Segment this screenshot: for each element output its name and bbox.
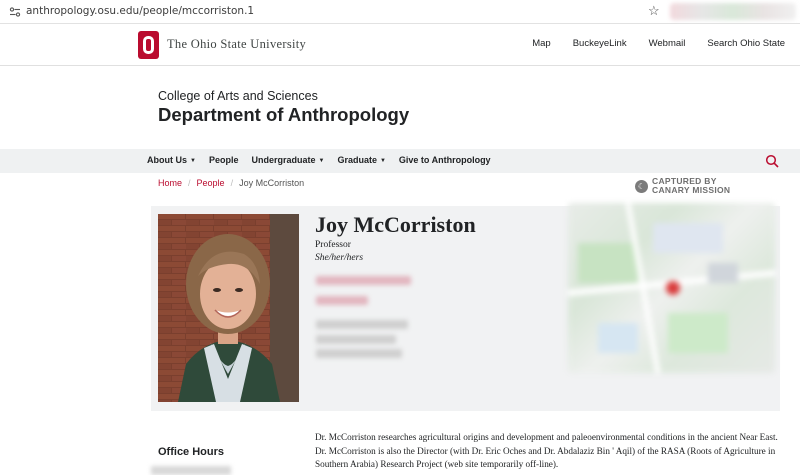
nav-undergraduate[interactable]: Undergraduate ▼ [251, 155, 324, 165]
nav-people[interactable]: People [209, 155, 239, 165]
redacted-office-hours [151, 466, 231, 475]
profile-name: Joy McCorriston [315, 212, 476, 237]
redacted-phone[interactable] [316, 296, 368, 305]
breadcrumb-people[interactable]: People [197, 178, 225, 188]
profile-title: Professor [315, 240, 351, 250]
caret-down-icon: ▼ [318, 158, 325, 164]
osu-block-o-logo-icon[interactable] [138, 31, 159, 59]
profile-pronouns: She/her/hers [315, 253, 364, 263]
caret-down-icon: ▼ [379, 158, 386, 164]
breadcrumb-home[interactable]: Home [158, 178, 182, 188]
webmail-link[interactable]: Webmail [649, 38, 686, 49]
buckeyelink-link[interactable]: BuckeyeLink [573, 38, 627, 49]
breadcrumb: Home / People / Joy McCorriston [158, 178, 304, 188]
osu-global-header: The Ohio State University Map BuckeyeLin… [0, 24, 800, 66]
bookmark-star-icon[interactable]: ☆ [648, 3, 660, 19]
nav-give[interactable]: Give to Anthropology [399, 155, 491, 165]
redacted-address-line [316, 320, 408, 329]
search-ohio-state-link[interactable]: Search Ohio State [707, 38, 785, 49]
captured-line2: CANARY MISSION [652, 185, 731, 195]
redacted-address-line [316, 335, 396, 344]
nav-graduate[interactable]: Graduate ▼ [337, 155, 385, 165]
college-name[interactable]: College of Arts and Sciences [158, 89, 318, 103]
profile-bio: Dr. McCorriston researches agricultural … [315, 432, 778, 469]
university-wordmark[interactable]: The Ohio State University [167, 37, 306, 52]
location-map[interactable] [568, 203, 775, 373]
canary-mission-icon: ☾ [635, 179, 648, 193]
portrait-image [158, 214, 299, 402]
captured-badge: ☾ CAPTURED BY CANARY MISSION [635, 177, 730, 195]
osu-utility-links: Map BuckeyeLink Webmail Search Ohio Stat… [532, 38, 785, 49]
caret-down-icon: ▼ [190, 158, 196, 164]
main-nav: About Us ▼ People Undergraduate ▼ Graduate… [0, 149, 800, 173]
breadcrumb-separator: / [230, 178, 234, 188]
search-icon[interactable] [765, 154, 779, 168]
url-text[interactable]: anthropology.osu.edu/people/mccorriston.… [26, 5, 254, 17]
profile-photo [158, 214, 299, 402]
nav-about-us[interactable]: About Us ▼ [147, 155, 196, 165]
breadcrumb-current: Joy McCorriston [239, 178, 305, 188]
map-graphic [568, 203, 775, 373]
map-link[interactable]: Map [532, 38, 550, 49]
redacted-address-line [316, 349, 402, 358]
browser-address-bar[interactable]: anthropology.osu.edu/people/mccorriston.… [0, 0, 800, 24]
site-info-icon[interactable] [9, 6, 21, 18]
office-hours-heading: Office Hours [158, 446, 225, 458]
department-title[interactable]: Department of Anthropology [158, 104, 409, 126]
breadcrumb-separator: / [188, 178, 191, 188]
redacted-email[interactable] [316, 276, 411, 285]
browser-extensions-area[interactable] [670, 3, 796, 20]
